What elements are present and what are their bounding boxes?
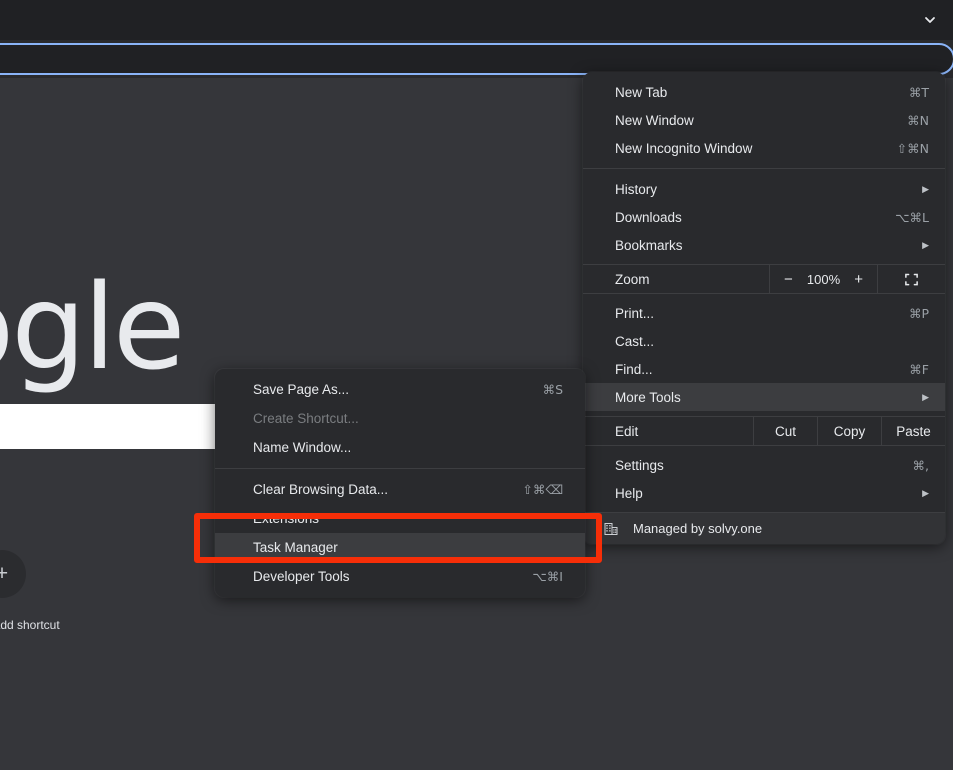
menu-item-find[interactable]: Find... ⌘F [583,355,945,383]
menu-item-label: Create Shortcut... [253,411,359,426]
menu-item-label: Print... [615,305,655,321]
submenu-arrow-icon: ▶ [922,487,929,498]
menu-item-print[interactable]: Print... ⌘P [583,299,945,327]
menu-item-downloads[interactable]: Downloads ⌥⌘L [583,203,945,231]
cut-button[interactable]: Cut [753,417,817,445]
managed-by-row[interactable]: Managed by solvy.one [583,512,945,544]
paste-button[interactable]: Paste [881,417,945,445]
zoom-out-button[interactable]: − [784,271,793,288]
menu-item-accelerator: ⌘P [908,305,929,321]
menu-item-accelerator: ⌘S [542,382,563,397]
menu-item-accelerator: ⌘, [912,457,929,473]
menu-item-clear-browsing-data[interactable]: Clear Browsing Data... ⇧⌘⌫ [215,475,585,504]
add-shortcut-label: Add shortcut [0,618,60,632]
menu-item-label: Name Window... [253,440,352,455]
submenu-arrow-icon: ▶ [922,239,929,250]
zoom-in-button[interactable]: + [854,271,863,288]
menu-item-accelerator: ⌥⌘L [895,209,929,225]
menu-item-label: New Tab [615,84,668,100]
menu-item-label: Settings [615,457,664,473]
chrome-main-menu: New Tab ⌘T New Window ⌘N New Incognito W… [583,72,945,544]
menu-item-create-shortcut: Create Shortcut... [215,404,585,433]
menu-item-save-page-as[interactable]: Save Page As... ⌘S [215,375,585,404]
menu-item-accelerator: ⌥⌘I [532,569,563,584]
menu-item-accelerator: ⇧⌘⌫ [522,482,563,497]
zoom-level-value: 100% [806,271,841,287]
menu-item-more-tools[interactable]: More Tools ▶ [583,383,945,411]
copy-button[interactable]: Copy [817,417,881,445]
edit-row: Edit Cut Copy Paste [583,416,945,446]
menu-item-label: History [615,181,658,197]
menu-separator [215,468,585,469]
menu-item-label: Downloads [615,209,682,225]
menu-item-developer-tools[interactable]: Developer Tools ⌥⌘I [215,562,585,591]
chevron-down-icon[interactable] [919,11,941,29]
menu-item-name-window[interactable]: Name Window... [215,433,585,462]
menu-item-accelerator: ⇧⌘N [896,140,929,156]
menu-item-label: Extensions [253,511,320,526]
menu-item-new-incognito-window[interactable]: New Incognito Window ⇧⌘N [583,134,945,162]
menu-separator [583,168,945,169]
menu-item-new-window[interactable]: New Window ⌘N [583,106,945,134]
browser-window: ogle + Add shortcut New Tab ⌘T New Windo… [0,0,953,770]
zoom-label: Zoom [615,271,650,287]
menu-item-cast[interactable]: Cast... [583,327,945,355]
menu-item-accelerator: ⌘F [909,361,929,377]
tab-strip [0,0,953,40]
menu-item-task-manager[interactable]: Task Manager [215,533,585,562]
menu-item-history[interactable]: History ▶ [583,175,945,203]
google-logo: ogle [0,258,185,396]
more-tools-submenu: Save Page As... ⌘S Create Shortcut... Na… [215,369,585,597]
menu-item-accelerator: ⌘N [907,112,929,128]
menu-item-label: Find... [615,361,653,377]
menu-item-label: Developer Tools [253,569,350,584]
menu-item-label: Clear Browsing Data... [253,482,389,497]
add-shortcut-button[interactable]: + [0,550,26,598]
menu-item-label: Task Manager [253,540,338,555]
menu-item-label: Save Page As... [253,382,350,397]
menu-item-label: New Window [615,112,694,128]
plus-icon: + [0,562,9,585]
enterprise-building-icon [603,521,619,537]
address-bar[interactable] [0,43,953,75]
menu-item-label: New Incognito Window [615,140,753,156]
submenu-arrow-icon: ▶ [922,391,929,402]
menu-item-bookmarks[interactable]: Bookmarks ▶ [583,231,945,259]
menu-item-label: More Tools [615,389,681,405]
menu-item-new-tab[interactable]: New Tab ⌘T [583,78,945,106]
menu-item-label: Cast... [615,333,655,349]
menu-item-help[interactable]: Help ▶ [583,479,945,507]
menu-item-label: Help [615,485,643,501]
menu-item-settings[interactable]: Settings ⌘, [583,451,945,479]
menu-item-accelerator: ⌘T [908,84,929,100]
menu-item-extensions[interactable]: Extensions [215,504,585,533]
zoom-controls: − 100% + [769,265,877,293]
zoom-row: Zoom − 100% + [583,264,945,294]
submenu-arrow-icon: ▶ [922,183,929,194]
fullscreen-icon[interactable] [877,265,945,293]
menu-item-label: Bookmarks [615,237,683,253]
edit-label: Edit [615,423,639,439]
managed-by-label: Managed by solvy.one [633,521,763,536]
